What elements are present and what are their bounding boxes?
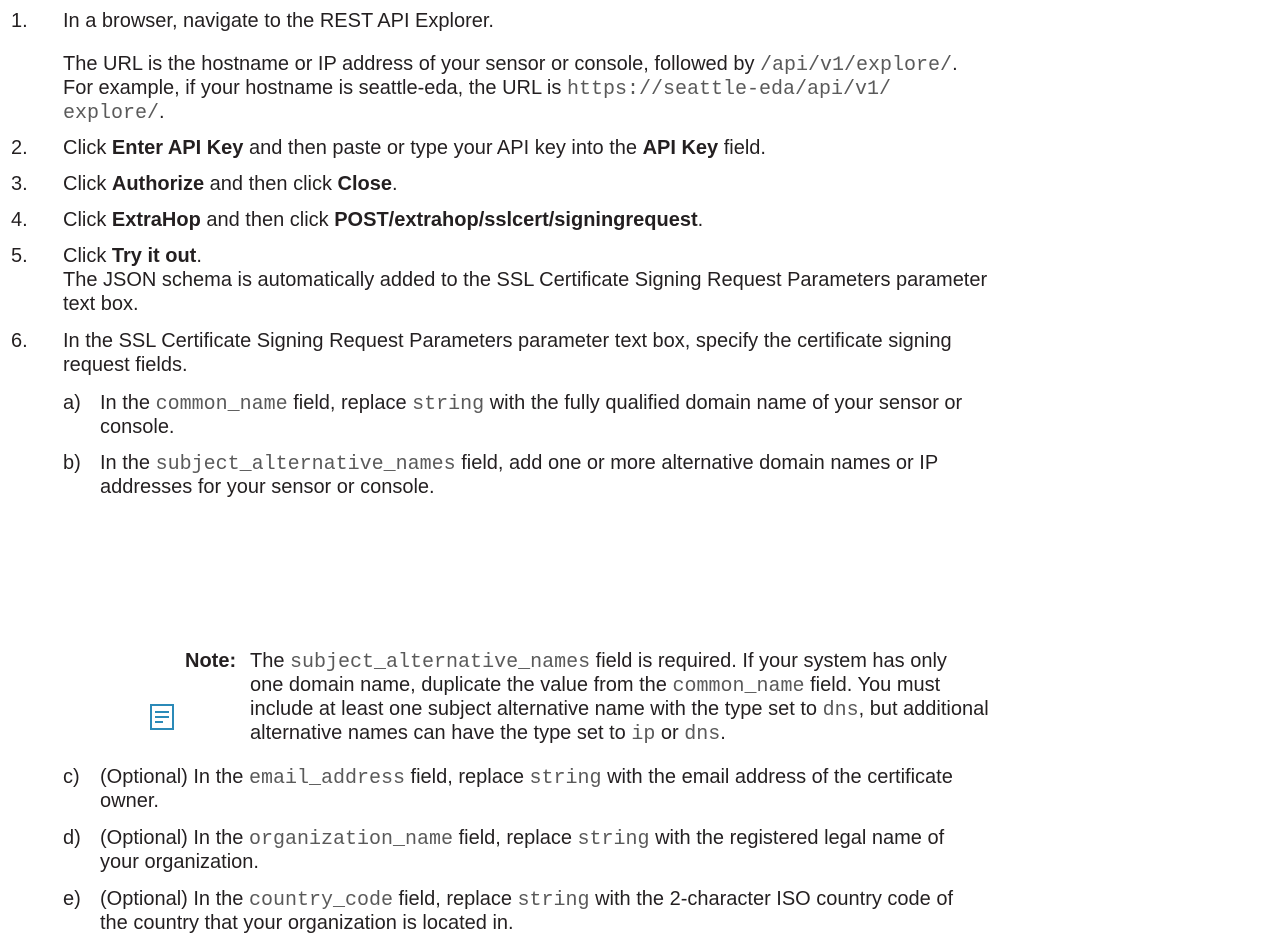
substep-e-label: e) xyxy=(63,888,81,910)
close-label: Close xyxy=(337,173,392,195)
code-example-url: https://seattle-eda/api/v1/ xyxy=(566,78,891,101)
substep-a-line-1: In the common_name field, replace string… xyxy=(100,392,963,416)
step-6-line-1: In the SSL Certificate Signing Request P… xyxy=(63,330,952,352)
extrahop-label: ExtraHop xyxy=(111,209,201,231)
substep-b-label: b) xyxy=(63,452,81,474)
substep-c-line-2: owner. xyxy=(100,790,159,812)
substep-e-line-2: the country that your organization is lo… xyxy=(100,912,514,934)
step-3-number: 3. xyxy=(11,173,28,195)
substep-b-line-2: addresses for your sensor or console. xyxy=(100,476,435,498)
step-2-number: 2. xyxy=(11,137,28,159)
code-example-url-cont: explore/ xyxy=(63,102,160,125)
step-5-number: 5. xyxy=(11,245,28,267)
procedure-document: 1. In a browser, navigate to the REST AP… xyxy=(0,0,1281,934)
step-1-example-line-2: explore/. xyxy=(63,101,165,125)
note-icon xyxy=(150,704,174,730)
step-4-text: Click ExtraHop and then click POST/extra… xyxy=(63,209,704,231)
enter-api-key-label: Enter API Key xyxy=(111,137,244,159)
substep-c-line-1: (Optional) In the email_address field, r… xyxy=(100,766,953,790)
step-1-number: 1. xyxy=(11,10,28,32)
step-1-text: In a browser, navigate to the REST API E… xyxy=(63,10,494,32)
note-label: Note: xyxy=(185,650,237,672)
step-5-text: Click Try it out. xyxy=(63,245,202,267)
code-api-path: /api/v1/explore/ xyxy=(760,54,953,77)
try-it-out-label: Try it out xyxy=(111,245,197,267)
api-key-field-label: API Key xyxy=(642,137,719,159)
substep-a-line-2: console. xyxy=(100,416,175,438)
substep-d-line-2: your organization. xyxy=(100,851,259,873)
authorize-label: Authorize xyxy=(111,173,205,195)
step-5-line-2: The JSON schema is automatically added t… xyxy=(63,269,988,291)
substep-c-label: c) xyxy=(63,766,80,788)
step-6-number: 6. xyxy=(11,330,28,352)
post-endpoint-label: POST/extrahop/sslcert/signingrequest xyxy=(334,209,698,231)
step-1-example-line: For example, if your hostname is seattle… xyxy=(63,77,891,101)
step-2-text: Click Enter API Key and then paste or ty… xyxy=(63,137,766,159)
substep-d-label: d) xyxy=(63,827,81,849)
note-line-4: alternative names can have the type set … xyxy=(250,722,726,746)
step-3-text: Click Authorize and then click Close. xyxy=(63,173,398,195)
step-5-line-3: text box. xyxy=(63,293,139,315)
step-6-line-2: request fields. xyxy=(63,354,188,376)
substep-a-label: a) xyxy=(63,392,81,414)
step-4-number: 4. xyxy=(11,209,28,231)
